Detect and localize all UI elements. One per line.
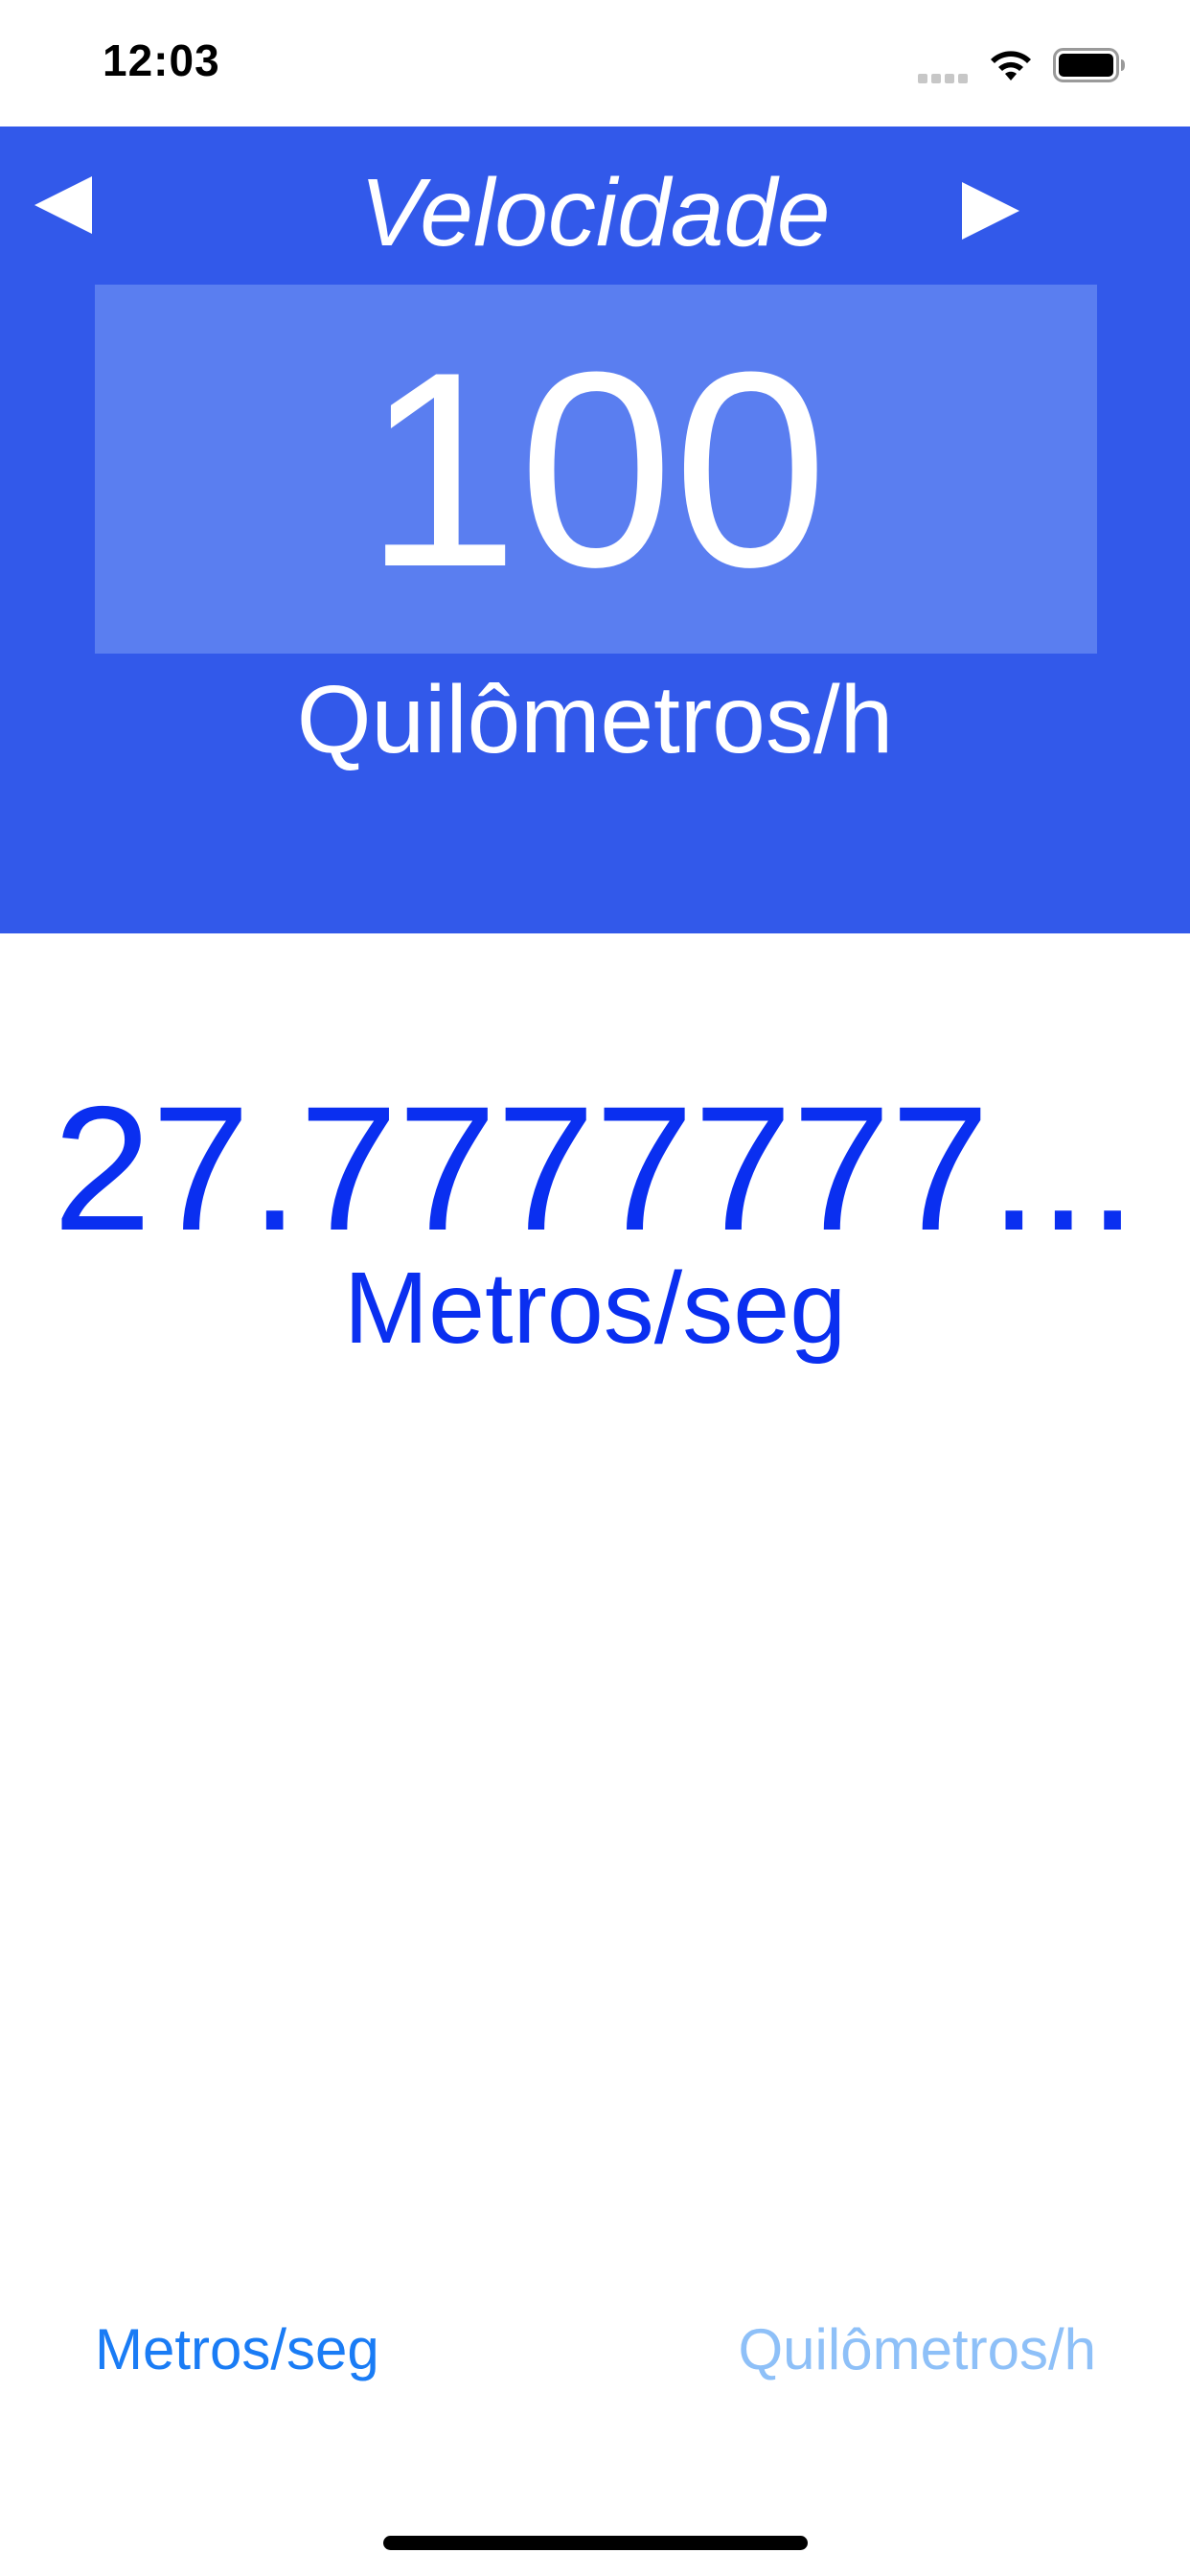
cellular-signal-icon	[918, 71, 973, 83]
status-time: 12:03	[103, 35, 220, 85]
unit-option-quilometros-h[interactable]: Quilômetros/h	[739, 2312, 1096, 2388]
input-unit-label: Quilômetros/h	[296, 666, 894, 773]
converter-header: Velocidade 100 Quilômetros/h	[0, 126, 1190, 933]
input-value: 100	[364, 313, 828, 625]
right-triangle-icon[interactable]	[958, 180, 1019, 242]
unit-option-metros-seg[interactable]: Metros/seg	[95, 2312, 379, 2388]
home-indicator[interactable]	[383, 2536, 808, 2550]
input-value-field[interactable]: 100	[95, 285, 1097, 654]
result-unit-label: Metros/seg	[343, 1252, 847, 1365]
status-bar: 12:03	[0, 0, 1190, 126]
battery-icon	[1053, 48, 1125, 82]
wifi-icon	[991, 51, 1031, 80]
result-value: 27.7777777...	[53, 1070, 1137, 1268]
